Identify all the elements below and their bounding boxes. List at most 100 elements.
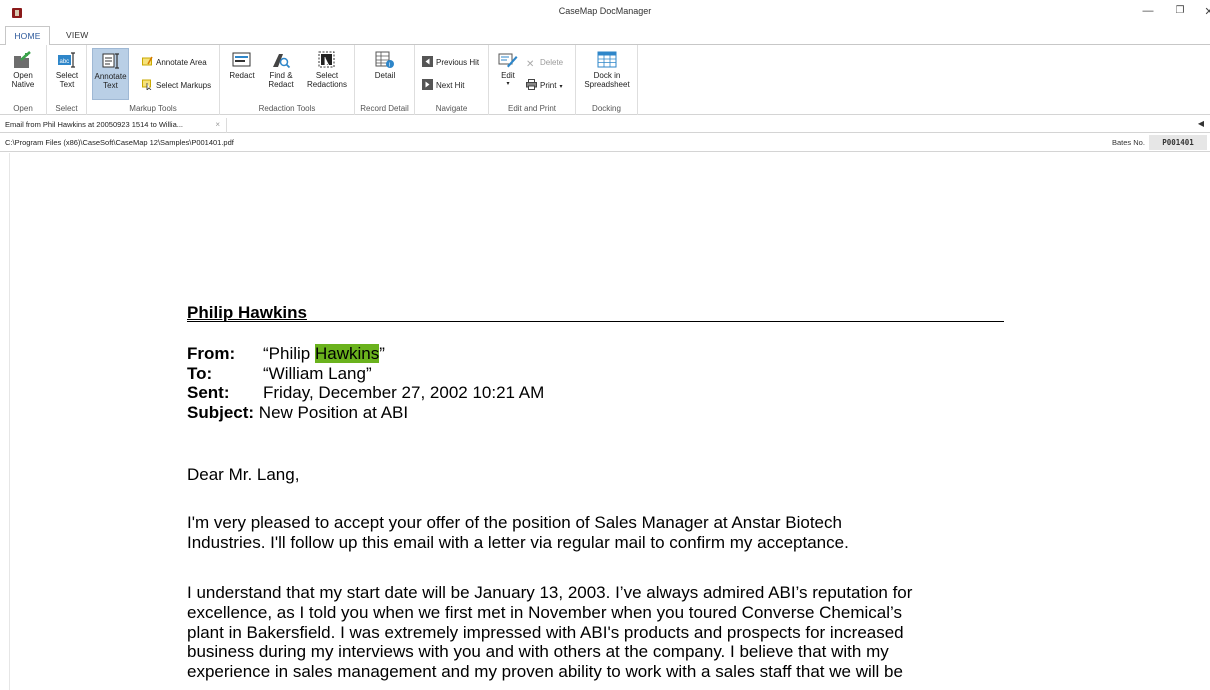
- open-native-label-2: Native: [11, 80, 35, 89]
- search-hit-highlight[interactable]: Hawkins: [314, 344, 380, 363]
- next-hit-label: Next Hit: [436, 81, 465, 90]
- find-redact-label-2: Redact: [268, 80, 294, 89]
- minimize-button[interactable]: —: [1141, 5, 1155, 17]
- paragraph-2: I understand that my start date will be …: [187, 583, 1017, 682]
- annotate-text-label-2: Text: [103, 81, 118, 90]
- email-meta: From: “Philip Hawkins” To: “William Lang” …: [187, 344, 544, 422]
- title-bar: CaseMap DocManager — ❐ ✕: [0, 0, 1210, 26]
- detail-button[interactable]: i Detail: [363, 48, 407, 100]
- detail-label: Detail: [374, 71, 396, 80]
- from-suffix: ”: [379, 344, 385, 363]
- document-tab-strip: Email from Phil Hawkins at 20050923 1514…: [0, 116, 1210, 133]
- annotate-text-button[interactable]: Annotate Text: [92, 48, 129, 100]
- edit-icon: [498, 53, 518, 68]
- group-edit-print: Edit ▾ ✕ Delete Print ▾ Edit and Print: [489, 45, 576, 115]
- select-text-label-2: Text: [59, 80, 75, 89]
- group-edit-print-label: Edit and Print: [507, 104, 557, 113]
- previous-hit-label: Previous Hit: [436, 58, 480, 67]
- previous-hit-button[interactable]: Previous Hit: [422, 56, 479, 70]
- paragraph-1-line: I'm very pleased to accept your offer of…: [187, 513, 842, 532]
- find-redact-button[interactable]: Find & Redact: [262, 48, 300, 100]
- from-label: From:: [187, 344, 236, 363]
- group-select: abc Select Text Select: [47, 45, 87, 115]
- dock-spreadsheet-button[interactable]: Dock in Spreadsheet: [582, 48, 632, 100]
- delete-label: Delete: [540, 58, 564, 67]
- annotate-area-icon: [142, 56, 153, 66]
- annotate-area-button[interactable]: Annotate Area: [142, 56, 207, 70]
- ribbon: Open Native Open abc Select Text Select …: [0, 44, 1210, 115]
- previous-hit-icon: [422, 56, 433, 67]
- select-text-button[interactable]: abc Select Text: [51, 48, 83, 100]
- svg-text:i: i: [389, 63, 390, 69]
- open-native-label-1: Open: [13, 71, 33, 80]
- find-redact-label-1: Find &: [269, 71, 293, 80]
- open-native-icon: [14, 51, 31, 68]
- tab-view[interactable]: VIEW: [66, 30, 89, 40]
- find-redact-icon: [273, 54, 291, 69]
- salutation: Dear Mr. Lang,: [187, 465, 300, 484]
- group-select-label: Select: [55, 104, 78, 113]
- select-redactions-icon: [318, 51, 335, 68]
- dock-label-1: Dock in: [593, 71, 621, 80]
- next-hit-button[interactable]: Next Hit: [422, 79, 464, 93]
- group-docking-label: Docking: [592, 104, 621, 113]
- tab-home[interactable]: HOME: [5, 26, 50, 45]
- sent-label: Sent:: [187, 383, 230, 402]
- to-value: “William Lang”: [263, 363, 372, 383]
- next-hit-icon: [422, 79, 433, 90]
- dock-spreadsheet-icon: [597, 51, 617, 68]
- document-header: Philip Hawkins: [187, 303, 1004, 322]
- group-markup-tools: Annotate Text Annotate Area Select Marku…: [87, 45, 220, 115]
- edit-dropdown-icon[interactable]: ▾: [494, 80, 522, 89]
- select-text-label-1: Select: [55, 71, 79, 80]
- restore-button[interactable]: ❐: [1173, 5, 1187, 16]
- print-button[interactable]: Print ▾: [526, 79, 562, 93]
- sent-value: Friday, December 27, 2002 10:21 AM: [263, 383, 545, 402]
- redact-label: Redact: [229, 71, 255, 80]
- document-tab-title: Email from Phil Hawkins at 20050923 1514…: [5, 120, 184, 129]
- svg-text:abc: abc: [60, 59, 70, 65]
- open-native-button[interactable]: Open Native: [3, 48, 43, 100]
- dock-label-2: Spreadsheet: [584, 80, 630, 89]
- close-tab-icon[interactable]: ×: [215, 118, 220, 132]
- group-markup-label: Markup Tools: [129, 104, 177, 113]
- subject-label: Subject:: [187, 402, 255, 422]
- group-redaction-tools: Redact Find & Redact Select Redactions R…: [220, 45, 355, 115]
- from-prefix: “Philip: [263, 344, 315, 363]
- group-navigate: Previous Hit Next Hit Navigate: [415, 45, 489, 115]
- document-viewer[interactable]: Philip Hawkins From: “Philip Hawkins” To:…: [0, 153, 1210, 690]
- redact-icon: [232, 52, 251, 67]
- to-row: To: “William Lang”: [187, 364, 544, 384]
- print-label: Print: [540, 81, 557, 90]
- paragraph-2-line: I understand that my start date will be …: [187, 583, 913, 602]
- paragraph-2-line: business during my interviews with you a…: [187, 642, 889, 662]
- group-navigate-label: Navigate: [435, 104, 468, 113]
- annotate-text-label-1: Annotate: [94, 72, 127, 81]
- from-row: From: “Philip Hawkins”: [187, 344, 544, 364]
- edit-button[interactable]: Edit ▾: [494, 48, 522, 100]
- detail-icon: i: [375, 51, 394, 69]
- delete-button[interactable]: ✕ Delete: [526, 56, 563, 70]
- annotate-text-icon: [102, 53, 119, 69]
- redact-button[interactable]: Redact: [224, 48, 260, 100]
- select-redactions-label-2: Redactions: [306, 80, 348, 89]
- select-markups-button[interactable]: Select Markups: [142, 79, 211, 93]
- sent-row: Sent: Friday, December 27, 2002 10:21 AM: [187, 383, 544, 403]
- print-dropdown-icon[interactable]: ▾: [559, 84, 562, 90]
- paragraph-2-line: experience in sales management and my pr…: [187, 662, 903, 682]
- select-redactions-button[interactable]: Select Redactions: [304, 48, 350, 100]
- close-button[interactable]: ✕: [1202, 5, 1210, 18]
- select-redactions-label-1: Select: [315, 71, 339, 80]
- subject-value: New Position at ABI: [258, 402, 409, 422]
- document-header-name: Philip Hawkins: [187, 303, 307, 322]
- group-record-label: Record Detail: [360, 104, 409, 113]
- paragraph-1: I'm very pleased to accept your offer of…: [187, 513, 1017, 553]
- tab-scroll-left-icon[interactable]: ◀: [1198, 119, 1204, 128]
- select-text-icon: abc: [58, 52, 75, 68]
- subject-row: Subject: New Position at ABI: [187, 403, 544, 423]
- paragraph-2-line: plant in Bakersfield. I was extremely im…: [187, 622, 904, 642]
- group-open-label: Open: [13, 104, 33, 113]
- edit-label: Edit: [501, 71, 515, 80]
- print-icon: [526, 79, 537, 90]
- document-tab[interactable]: Email from Phil Hawkins at 20050923 1514…: [5, 118, 227, 133]
